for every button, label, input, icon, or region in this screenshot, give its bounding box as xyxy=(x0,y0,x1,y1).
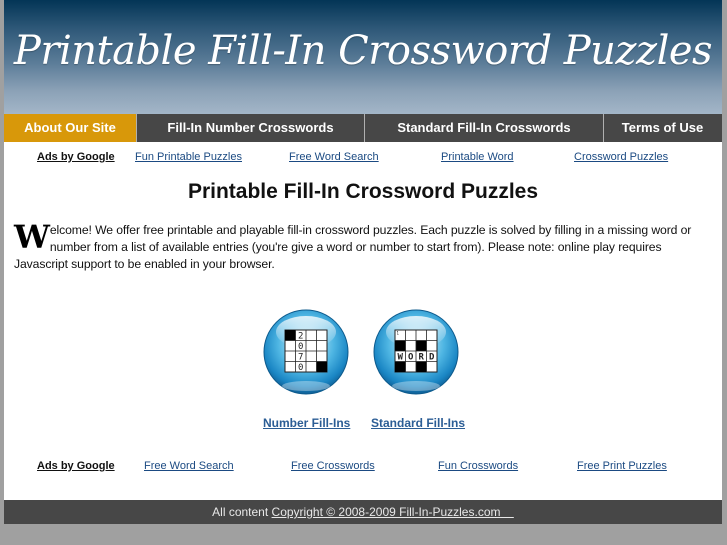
number-fill-ins-link[interactable]: Number Fill-Ins xyxy=(263,416,350,430)
page-title: Printable Fill-In Crossword Puzzles xyxy=(187,180,539,203)
site-header: Printable Fill-In Crossword Puzzles xyxy=(4,0,722,114)
main-nav: About Our Site Fill-In Number Crosswords… xyxy=(4,114,722,142)
grid-letter: W xyxy=(398,353,404,363)
nav-fill-in-number-crosswords[interactable]: Fill-In Number Crosswords xyxy=(137,114,364,142)
nav-about-our-site[interactable]: About Our Site xyxy=(4,114,136,142)
nav-terms-of-use[interactable]: Terms of Use xyxy=(604,114,721,142)
ad-link[interactable]: Printable Word xyxy=(441,151,514,163)
ads-by-google-label[interactable]: Ads by Google xyxy=(37,151,115,163)
site-footer: All content Copyright © 2008-2009 Fill-I… xyxy=(4,500,722,524)
standard-fill-ins-link[interactable]: Standard Fill-Ins xyxy=(371,416,465,430)
number-fill-ins-icon-button[interactable]: 2 0 7 0 xyxy=(262,308,350,396)
ad-link[interactable]: Free Word Search xyxy=(144,460,234,472)
page-container: Printable Fill-In Crossword Puzzles Abou… xyxy=(4,0,722,524)
number-grid-icon: 2 0 7 0 xyxy=(263,309,349,395)
standard-fill-ins-icon-button[interactable]: 1 W O R D xyxy=(372,308,460,396)
intro-paragraph: Welcome! We offer free printable and pla… xyxy=(14,218,714,273)
drop-cap: W xyxy=(14,218,50,256)
ad-link[interactable]: Fun Printable Puzzles xyxy=(135,151,242,163)
footer-prefix: All content xyxy=(212,505,269,519)
grid-letter: O xyxy=(408,353,414,363)
ads-bottom: Ads by Google Free Word Search Free Cros… xyxy=(4,460,722,478)
grid-digit: 0 xyxy=(298,363,303,373)
grid-letter: D xyxy=(429,353,435,363)
ad-link[interactable]: Fun Crosswords xyxy=(438,460,518,472)
ad-link[interactable]: Free Crosswords xyxy=(291,460,375,472)
ad-link[interactable]: Free Word Search xyxy=(289,151,379,163)
grid-digit: 2 xyxy=(298,332,303,342)
grid-digit: 0 xyxy=(298,342,303,352)
intro-text: elcome! We offer free printable and play… xyxy=(14,223,692,271)
site-logo[interactable]: Printable Fill-In Crossword Puzzles xyxy=(4,28,722,74)
word-grid-icon: 1 W O R D xyxy=(373,309,459,395)
ads-top: Ads by Google Fun Printable Puzzles Free… xyxy=(4,151,722,169)
ad-link[interactable]: Free Print Puzzles xyxy=(577,460,667,472)
ads-by-google-label[interactable]: Ads by Google xyxy=(37,460,115,472)
grid-letter: R xyxy=(419,353,425,363)
nav-standard-fill-in-crosswords[interactable]: Standard Fill-In Crosswords xyxy=(365,114,603,142)
ad-link[interactable]: Crossword Puzzles xyxy=(574,151,668,163)
copyright-link-trailing xyxy=(500,505,513,519)
copyright-link[interactable]: Copyright © 2008-2009 Fill-In-Puzzles.co… xyxy=(272,505,501,519)
grid-digit: 7 xyxy=(298,353,303,363)
